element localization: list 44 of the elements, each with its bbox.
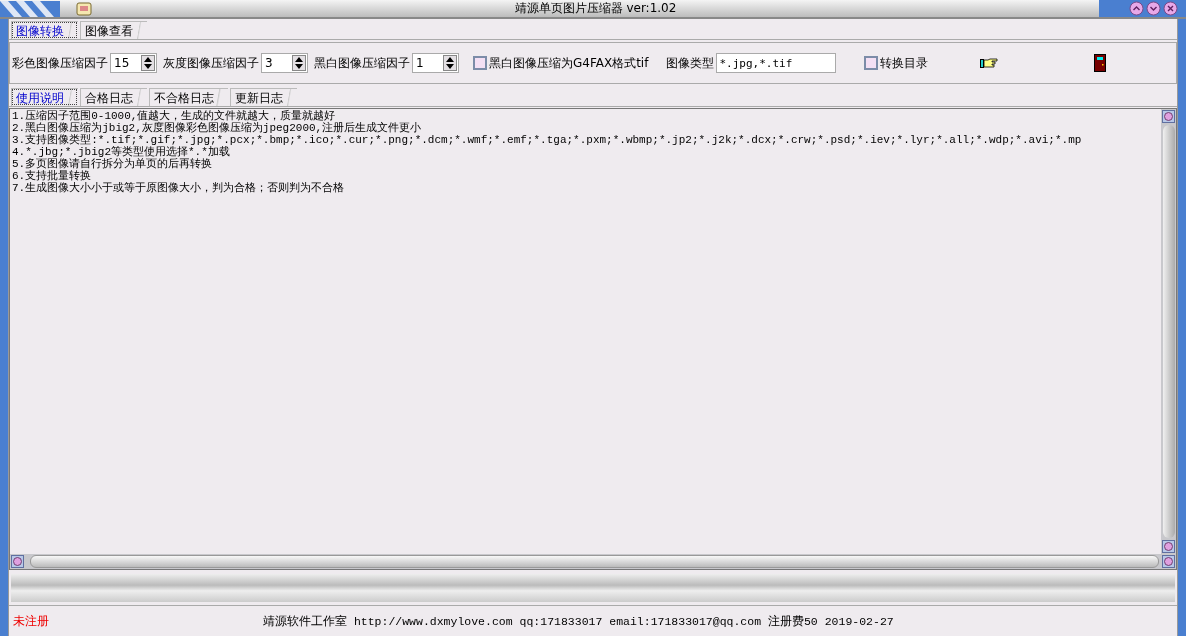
scroll-up-icon[interactable] [1162,110,1175,123]
door-icon[interactable] [1094,54,1107,72]
scroll-right-icon[interactable] [1162,555,1175,568]
field-label: 灰度图像压缩因子 [163,54,259,72]
pointing-hand-icon[interactable] [980,57,999,69]
spin-arrows-icon[interactable] [292,55,306,71]
spin-field[interactable]: 15 [110,53,157,73]
tab[interactable]: 更新日志 [230,88,297,106]
text-line: 7.生成图像大小小于或等于原图像大小，判为合格；否则判为不合格 [12,182,346,194]
field-label: 黑白图像压缩因子 [314,54,410,72]
text-line: 1.压缩因子范围0-1000,值越大，生成的文件就越大，质量就越好 [12,110,337,122]
tab[interactable]: 图像查看 [80,21,147,39]
checkbox[interactable] [864,56,879,70]
app-icon [76,0,92,17]
text-line: 5.多页图像请自行拆分为单页的后再转换 [12,158,214,170]
spin-field[interactable]: 1 [412,53,459,73]
spin-arrows-icon[interactable] [443,55,457,71]
chevron-up-button[interactable] [1129,1,1144,16]
text-line: 3.支持图像类型:*.tif;*.gif;*.jpg;*.pcx;*.bmp;*.ico;*.cur;*.png;*.dcm;*.wmf;*.emf;*.tga;*.pxm;*.wbmp;*.jp2;*.j2k;*.dcx;*.crw;*.psd;*.iev;*.lyr;*.all;*.wdp;*.avi;*.mp [12,134,1083,146]
tab[interactable]: 图像转换 [11,21,78,39]
checkbox-label[interactable]: 转换目录 [880,54,929,72]
status-info: 靖源软件工作室 http://www.dxmylove.com qq:171833017 email:171833017@qq.com 注册费50 2019-02-27 [263,613,894,629]
tab[interactable]: 合格日志 [80,88,147,106]
text-field[interactable]: *.jpg,*.tif [716,53,837,73]
field-label: 彩色图像压缩因子 [12,54,108,72]
field-label: 图像类型 [666,54,715,72]
text-line: 4.*.jbg;*.jbig2等类型使用选择*.*加载 [12,146,231,158]
registration-status: 未注册 [13,612,50,630]
vertical-scrollbar[interactable] [1161,109,1176,554]
checkbox-label[interactable]: 黑白图像压缩为G4FAX格式tif [489,54,649,72]
window-title: 靖源单页图片压缩器 ver:1.02 [513,0,678,17]
spin-field[interactable]: 3 [261,53,308,73]
scroll-left-icon[interactable] [11,555,24,568]
text-line: 2.黑白图像压缩为jbig2,灰度图像彩色图像压缩为jpeg2000,注册后生成文件更小 [12,122,423,134]
checkbox[interactable] [473,56,487,70]
chevron-down-button[interactable] [1146,1,1161,16]
text-line: 6.支持批量转换 [12,170,92,182]
spin-arrows-icon[interactable] [141,55,155,71]
tab[interactable]: 使用说明 [11,88,78,106]
close-button[interactable] [1163,1,1178,16]
scroll-down-icon[interactable] [1162,540,1175,553]
tab[interactable]: 不合格日志 [149,88,228,106]
horizontal-scrollbar[interactable] [10,554,1176,569]
stripes-icon [0,0,60,17]
